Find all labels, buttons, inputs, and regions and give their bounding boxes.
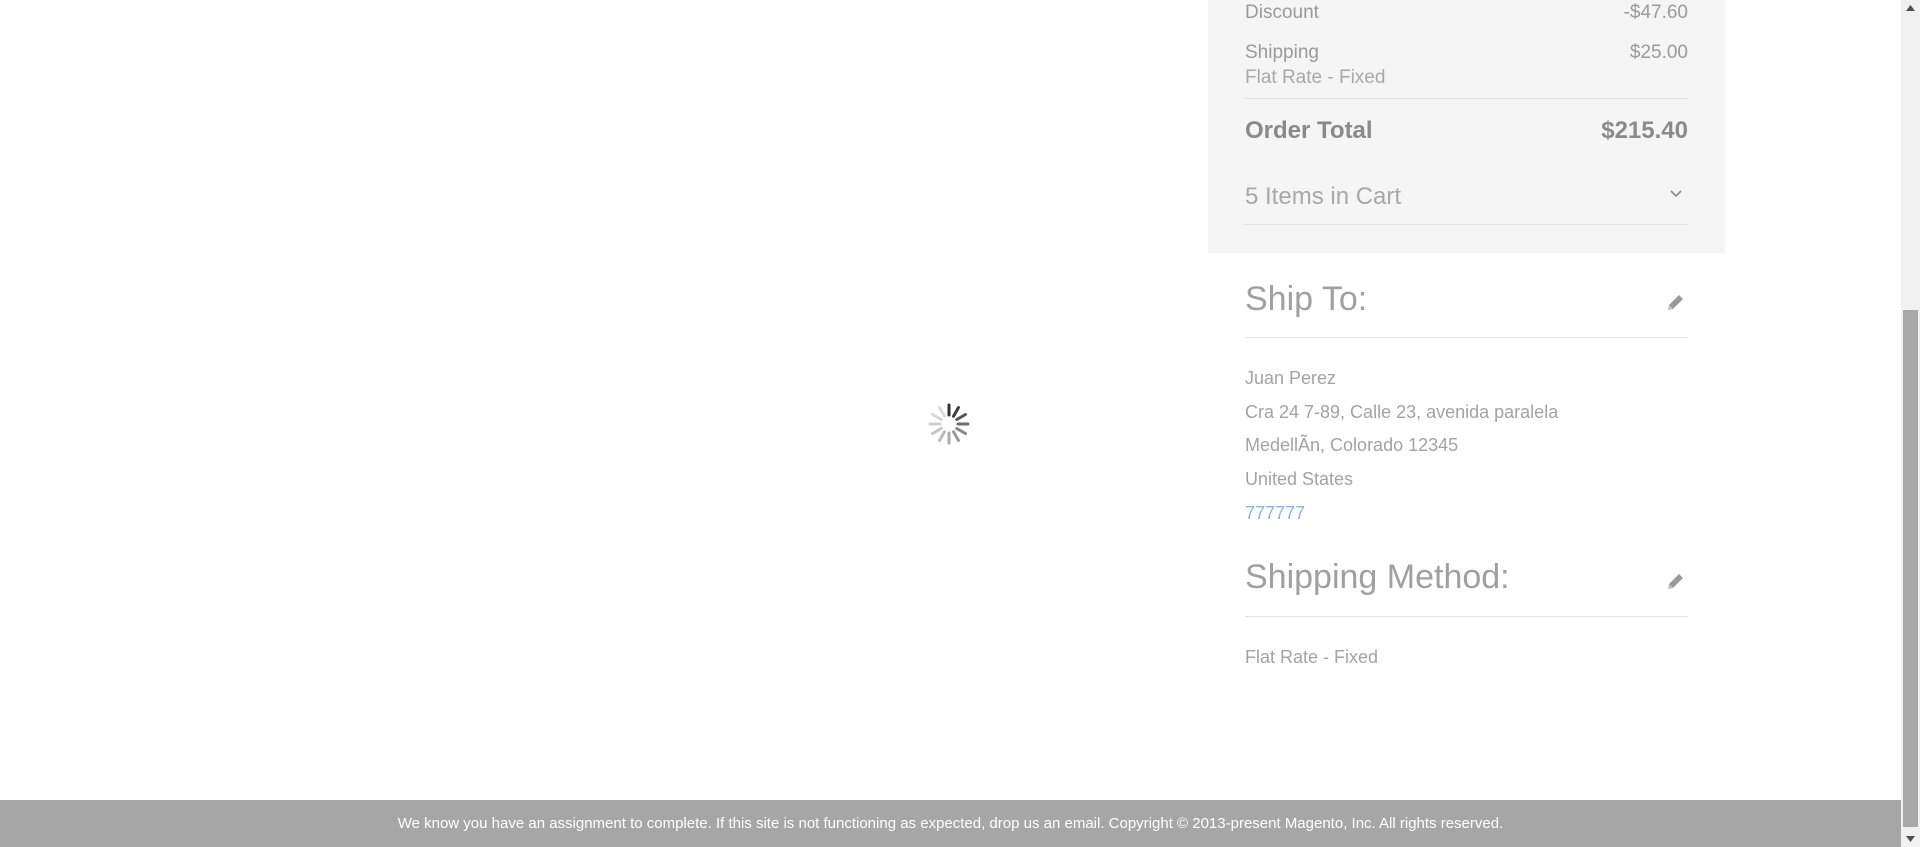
pencil-icon[interactable]: [1664, 571, 1686, 593]
scroll-up-arrow-icon[interactable]: [1901, 0, 1920, 17]
footer-notice: We know you have an assignment to comple…: [397, 815, 1504, 832]
items-in-cart-label: 5 Items in Cart: [1245, 183, 1402, 210]
summary-divider: [1245, 224, 1688, 225]
vertical-scrollbar[interactable]: [1901, 0, 1920, 847]
shipping-value: $25.00: [1629, 42, 1688, 63]
ship-to-country: United States: [1245, 469, 1354, 489]
shipping-method-summary: Flat Rate - Fixed: [1245, 67, 1386, 88]
shipping-method-title: Shipping Method:: [1245, 558, 1510, 596]
order-summary: Discount -$47.60 Shipping $25.00 Flat Ra…: [1208, 0, 1725, 253]
section-divider: [1245, 337, 1688, 338]
discount-value: -$47.60: [1623, 2, 1688, 23]
scroll-down-arrow-icon[interactable]: [1901, 830, 1920, 847]
pencil-icon[interactable]: [1664, 292, 1686, 314]
shipping-method-value: Flat Rate - Fixed: [1245, 647, 1379, 667]
ship-to-phone-link[interactable]: 777777: [1245, 503, 1305, 524]
scrollbar-thumb[interactable]: [1903, 310, 1918, 827]
ship-to-name: Juan Perez: [1245, 368, 1337, 388]
discount-row: Discount -$47.60: [1245, 2, 1688, 28]
checkout-page: Discount -$47.60 Shipping $25.00 Flat Ra…: [0, 0, 1901, 847]
discount-label: Discount: [1245, 2, 1319, 23]
ship-to-street: Cra 24 7-89, Calle 23, avenida paralela: [1245, 402, 1559, 422]
page-footer: We know you have an assignment to comple…: [0, 800, 1901, 847]
order-total-value: $215.40: [1601, 117, 1688, 144]
section-divider: [1245, 616, 1688, 617]
summary-divider: [1245, 98, 1688, 99]
ship-to-title: Ship To:: [1245, 280, 1368, 318]
order-total-label: Order Total: [1245, 117, 1373, 144]
chevron-down-icon: [1670, 190, 1682, 198]
order-total-row: Order Total $215.40: [1245, 117, 1688, 147]
items-in-cart-toggle[interactable]: 5 Items in Cart: [1245, 180, 1688, 214]
shipping-row: Shipping $25.00: [1245, 42, 1688, 68]
ship-to-city: MedellÃn, Colorado 12345: [1245, 435, 1459, 455]
shipping-label: Shipping: [1245, 42, 1319, 63]
loading-spinner-icon: [928, 403, 970, 445]
